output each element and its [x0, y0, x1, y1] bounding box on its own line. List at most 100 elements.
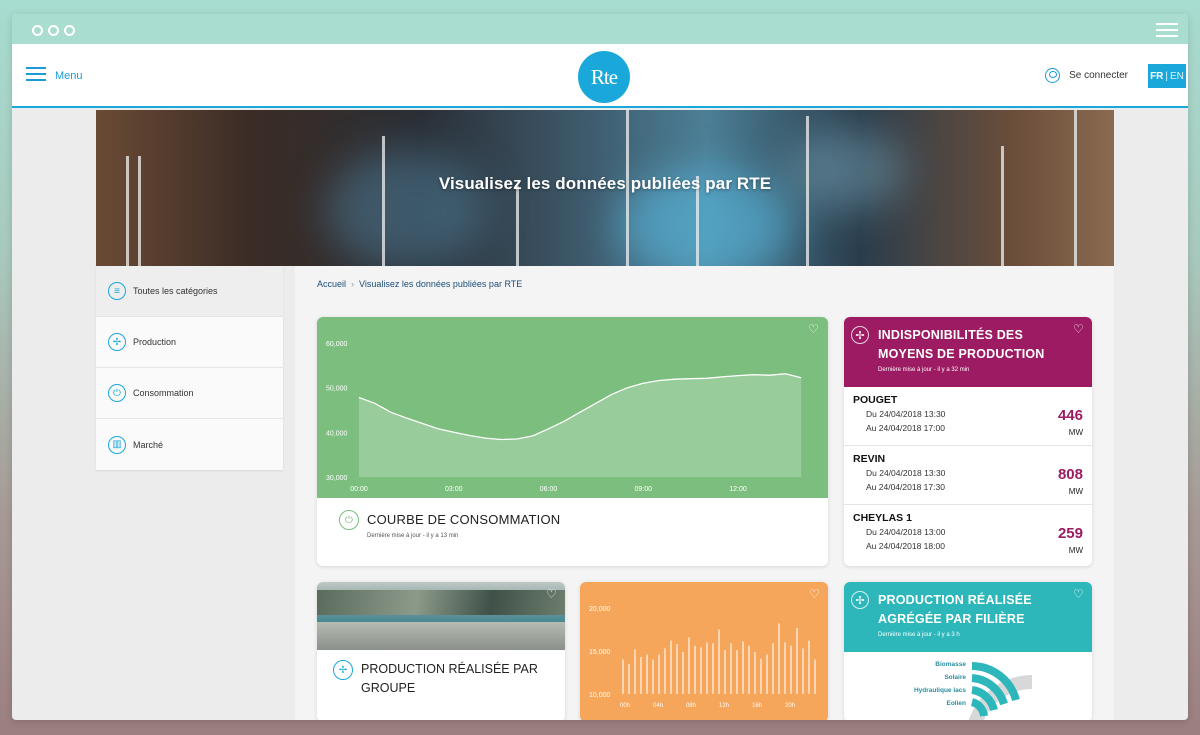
- consumption-area: [359, 373, 802, 477]
- plug-icon: ⏻: [108, 384, 126, 402]
- unavailability-row[interactable]: REVIN Du 24/04/2018 13:30 Au 24/04/2018 …: [844, 446, 1092, 505]
- window-controls[interactable]: [32, 25, 75, 36]
- x-tick-label: 00:00: [350, 486, 368, 493]
- y-tick-label: 60,000: [326, 341, 348, 348]
- unavailability-row[interactable]: POUGET Du 24/04/2018 13:30 Au 24/04/2018…: [844, 387, 1092, 446]
- window-dot-icon[interactable]: [64, 25, 75, 36]
- x-tick-label: 08h: [686, 703, 696, 709]
- lang-fr[interactable]: FR: [1150, 71, 1163, 82]
- sidebar-item-all-categories[interactable]: ≡ Toutes les catégories: [96, 266, 283, 317]
- browser-menu-icon[interactable]: [1156, 23, 1178, 41]
- production-icon: ✢: [333, 660, 353, 680]
- x-tick-label: 12h: [719, 703, 729, 709]
- sidebar-item-label: Marché: [133, 439, 164, 450]
- dam-photo: ♡: [317, 582, 565, 650]
- unavailability-card[interactable]: ✢ INDISPONIBILITÉS DES MOYENS DE PRODUCTI…: [844, 317, 1092, 566]
- breadcrumb: Accueil › Visualisez les données publiée…: [317, 279, 522, 289]
- x-tick-label: 04h: [653, 703, 663, 709]
- last-updated: Dernière mise à jour - il y a 13 min: [367, 533, 459, 539]
- last-updated: Dernière mise à jour - il y a 32 min: [878, 367, 970, 373]
- plant-name: REVIN: [853, 453, 886, 465]
- menu-button[interactable]: Menu: [26, 67, 83, 85]
- power-value: 446: [1057, 407, 1083, 424]
- title-bar: [12, 14, 1188, 44]
- card-title: PRODUCTION RÉALISÉE AGRÉGÉE PAR FILIÈRE: [878, 593, 1032, 626]
- market-icon: ▥: [108, 435, 126, 454]
- chevron-right-icon: ›: [351, 279, 355, 289]
- x-tick-label: 09:00: [635, 486, 653, 493]
- x-tick-label: 00h: [620, 703, 630, 709]
- browser-window: Menu Rte Se connecter FR | EN Visualisez…: [12, 14, 1188, 720]
- power-unit: MW: [1068, 487, 1083, 496]
- start-date: Du 24/04/2018 13:00: [866, 527, 946, 537]
- lang-separator: |: [1165, 70, 1169, 82]
- site-header: Menu Rte Se connecter FR | EN: [12, 44, 1188, 108]
- main-content: Accueil › Visualisez les données publiée…: [295, 266, 1114, 720]
- sidebar-item-label: Toutes les catégories: [133, 286, 218, 296]
- lang-en[interactable]: EN: [1170, 71, 1184, 82]
- x-tick-label: 06:00: [540, 486, 558, 493]
- plant-name: CHEYLAS 1: [853, 512, 912, 524]
- start-date: Du 24/04/2018 13:30: [866, 409, 946, 419]
- sidebar-item-production[interactable]: ✢ Production: [96, 317, 283, 368]
- production-icon: ✢: [851, 326, 869, 344]
- power-unit: MW: [1068, 546, 1083, 555]
- production-by-sector-card[interactable]: ✢ PRODUCTION RÉALISÉE AGRÉGÉE PAR FILIÈRE…: [844, 582, 1092, 720]
- card-title: INDISPONIBILITÉS DES MOYENS DE PRODUCTION: [878, 328, 1045, 361]
- login-label: Se connecter: [1069, 70, 1128, 81]
- breadcrumb-home-link[interactable]: Accueil: [317, 279, 346, 289]
- x-tick-label: 12:00: [729, 486, 747, 493]
- sidebar-item-label: Production: [133, 337, 177, 347]
- bar-chart-svg: 20,000 15,000 10,000 00h 04h 08h 12h 16h 20h: [589, 606, 816, 709]
- x-tick-label: 03:00: [445, 486, 463, 493]
- login-button[interactable]: Se connecter: [1045, 68, 1128, 83]
- end-date: Au 24/04/2018 18:00: [866, 541, 945, 551]
- list-icon: ≡: [108, 282, 126, 300]
- start-date: Du 24/04/2018 13:30: [866, 468, 946, 478]
- rte-logo[interactable]: Rte: [578, 51, 630, 103]
- hamburger-icon: [26, 67, 46, 85]
- y-tick-label: 30,000: [326, 475, 348, 482]
- window-dot-icon[interactable]: [32, 25, 43, 36]
- consumption-chart: 60,000 50,000 40,000 30,000 00:00 03:00 06:00 0…: [317, 317, 828, 498]
- card-footer: ⏻ COURBE DE CONSOMMATION Dernière mise à…: [317, 498, 828, 566]
- sidebar-item-market[interactable]: ▥ Marché: [96, 419, 283, 470]
- sector-card-header: ✢ PRODUCTION RÉALISÉE AGRÉGÉE PAR FILIÈRE…: [844, 582, 1092, 652]
- last-updated: Dernière mise à jour - il y a 3 h: [878, 632, 960, 638]
- x-tick-label: 16h: [752, 703, 762, 709]
- y-tick-label: 15,000: [589, 649, 611, 656]
- hero-banner: Visualisez les données publiées par RTE: [96, 110, 1114, 266]
- favorite-heart-icon[interactable]: ♡: [546, 588, 558, 600]
- consumption-curve-card[interactable]: 60,000 50,000 40,000 30,000 00:00 03:00 06:00 0…: [317, 317, 828, 566]
- language-switcher[interactable]: FR | EN: [1148, 64, 1186, 88]
- production-by-group-card[interactable]: ♡ ✢ PRODUCTION RÉALISÉE PAR GROUPE: [317, 582, 565, 720]
- plant-name: POUGET: [853, 394, 898, 406]
- y-tick-label: 20,000: [589, 606, 611, 613]
- sidebar-item-consumption[interactable]: ⏻ Consommation: [96, 368, 283, 419]
- production-bar-chart-card[interactable]: 20,000 15,000 10,000 00h 04h 08h 12h 16h 20h ♡: [580, 582, 828, 720]
- consumption-chart-svg: 60,000 50,000 40,000 30,00000:00 03:00 06:00 0…: [326, 341, 802, 493]
- unavailability-row[interactable]: CHEYLAS 1 Du 24/04/2018 13:00 Au 24/04/2…: [844, 505, 1092, 564]
- power-value: 808: [1057, 466, 1083, 483]
- plug-icon: ⏻: [339, 510, 359, 530]
- y-tick-label: 50,000: [326, 386, 348, 393]
- favorite-heart-icon[interactable]: ♡: [1073, 588, 1085, 600]
- menu-label: Menu: [55, 70, 83, 82]
- end-date: Au 24/04/2018 17:30: [866, 482, 945, 492]
- unavailability-card-header: ✢ INDISPONIBILITÉS DES MOYENS DE PRODUCTI…: [844, 317, 1092, 387]
- favorite-heart-icon[interactable]: ♡: [1073, 323, 1085, 335]
- production-icon: ✢: [851, 591, 869, 609]
- production-icon: ✢: [108, 333, 126, 351]
- user-icon: [1045, 68, 1061, 83]
- end-date: Au 24/04/2018 17:00: [866, 423, 945, 433]
- sidebar-item-label: Consommation: [133, 388, 194, 398]
- breadcrumb-current: Visualisez les données publiées par RTE: [359, 279, 523, 289]
- category-sidebar: ≡ Toutes les catégories ✢ Production ⏻ C…: [96, 266, 283, 470]
- favorite-heart-icon[interactable]: ♡: [809, 588, 821, 600]
- power-unit: MW: [1068, 428, 1083, 437]
- card-title: PRODUCTION RÉALISÉE PAR GROUPE: [361, 662, 538, 695]
- power-value: 259: [1057, 525, 1083, 542]
- window-dot-icon[interactable]: [48, 25, 59, 36]
- favorite-heart-icon[interactable]: ♡: [808, 323, 820, 335]
- y-tick-label: 40,000: [326, 430, 348, 437]
